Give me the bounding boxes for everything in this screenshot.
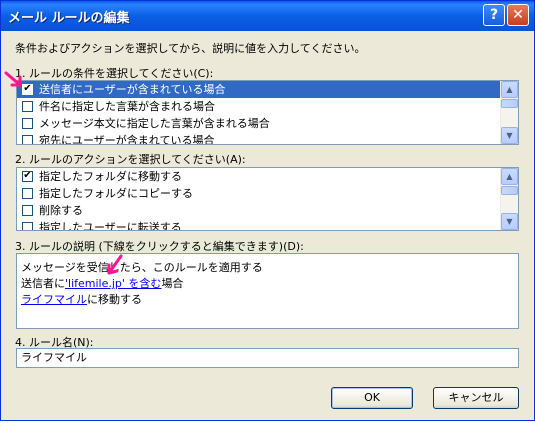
- condition-item-sender[interactable]: ✔ 送信者にユーザーが含まれている場合: [17, 81, 500, 98]
- actions-list-items: ✔ 指定したフォルダに移動する 指定したフォルダにコピーする 削除する 指定した…: [17, 168, 500, 230]
- action-item-forward[interactable]: 指定したユーザーに転送する: [17, 219, 500, 230]
- scroll-thumb[interactable]: [501, 99, 518, 108]
- action-checkbox[interactable]: [22, 205, 33, 216]
- actions-label: 2. ルールのアクションを選択してください(A):: [15, 153, 246, 166]
- scroll-down-arrow-icon[interactable]: ▼: [501, 127, 518, 144]
- condition-item-label: メッセージ本文に指定した言葉が含まれる場合: [39, 117, 270, 130]
- action-checkbox[interactable]: [22, 188, 33, 199]
- annotation-arrow-icon: [107, 254, 123, 275]
- condition-item-label: 宛先にユーザーが含まれている場合: [39, 134, 215, 144]
- conditions-label: 1. ルールの条件を選択してください(C):: [15, 67, 214, 80]
- action-item-copy[interactable]: 指定したフォルダにコピーする: [17, 185, 500, 202]
- conditions-list-items: ✔ 送信者にユーザーが含まれている場合 件名に指定した言葉が含まれる場合 メッセ…: [17, 81, 500, 144]
- action-item-move[interactable]: ✔ 指定したフォルダに移動する: [17, 168, 500, 185]
- check-icon: ✔: [23, 170, 32, 181]
- action-checkbox[interactable]: ✔: [22, 170, 33, 182]
- condition-checkbox[interactable]: [22, 135, 33, 144]
- condition-checkbox[interactable]: [22, 118, 33, 129]
- action-checkbox[interactable]: [22, 222, 33, 230]
- condition-item-subject[interactable]: 件名に指定した言葉が含まれる場合: [17, 98, 500, 115]
- condition-item-label: 件名に指定した言葉が含まれる場合: [39, 100, 215, 113]
- scroll-thumb[interactable]: [501, 186, 518, 195]
- action-item-label: 指定したフォルダに移動する: [39, 170, 182, 183]
- actions-scrollbar[interactable]: ▲ ▼: [500, 168, 518, 230]
- window-title: メール ルールの編集: [8, 11, 130, 26]
- rule-description-box: メッセージを受信したら、このルールを適用する 送信者に'lifemile.jp'…: [16, 253, 519, 329]
- action-item-delete[interactable]: 削除する: [17, 202, 500, 219]
- description-sender-prefix: 送信者に: [21, 277, 65, 290]
- description-line-3: ライフマイルに移動する: [21, 291, 142, 307]
- title-bar[interactable]: メール ルールの編集 ? ✕: [1, 1, 534, 31]
- annotation-arrow-icon: [4, 71, 22, 87]
- action-item-label: 削除する: [39, 204, 83, 217]
- edit-rule-dialog: メール ルールの編集 ? ✕ 条件およびアクションを選択してから、説明に値を入力…: [0, 0, 535, 421]
- description-move-suffix: に移動する: [87, 293, 142, 306]
- scroll-up-arrow-icon[interactable]: ▲: [501, 168, 518, 185]
- scroll-up-arrow-icon[interactable]: ▲: [501, 81, 518, 98]
- cancel-button[interactable]: キャンセル: [433, 387, 519, 409]
- help-button[interactable]: ?: [483, 4, 505, 26]
- condition-item-to[interactable]: 宛先にユーザーが含まれている場合: [17, 132, 500, 144]
- help-icon: ?: [489, 7, 499, 23]
- rule-name-input[interactable]: ライフマイル: [16, 348, 519, 368]
- condition-item-label: 送信者にユーザーが含まれている場合: [39, 83, 226, 96]
- conditions-scrollbar[interactable]: ▲ ▼: [500, 81, 518, 144]
- close-button[interactable]: ✕: [507, 4, 529, 26]
- description-line-1: メッセージを受信したら、このルールを適用する: [21, 261, 263, 274]
- description-label: 3. ルールの説明 (下線をクリックすると編集できます)(D):: [15, 240, 304, 253]
- condition-item-body[interactable]: メッセージ本文に指定した言葉が含まれる場合: [17, 115, 500, 132]
- folder-link[interactable]: ライフマイル: [21, 293, 87, 306]
- instruction-text: 条件およびアクションを選択してから、説明に値を入力してください。: [15, 42, 366, 55]
- ok-button[interactable]: OK: [331, 387, 413, 409]
- actions-list[interactable]: ✔ 指定したフォルダに移動する 指定したフォルダにコピーする 削除する 指定した…: [16, 167, 519, 231]
- conditions-list[interactable]: ✔ 送信者にユーザーが含まれている場合 件名に指定した言葉が含まれる場合 メッセ…: [16, 80, 519, 145]
- close-icon: ✕: [512, 7, 524, 23]
- action-item-label: 指定したフォルダにコピーする: [39, 187, 193, 200]
- condition-checkbox[interactable]: [22, 101, 33, 112]
- action-item-label: 指定したユーザーに転送する: [39, 221, 182, 230]
- scroll-down-arrow-icon[interactable]: ▼: [501, 213, 518, 230]
- description-sender-suffix: 場合: [161, 277, 184, 290]
